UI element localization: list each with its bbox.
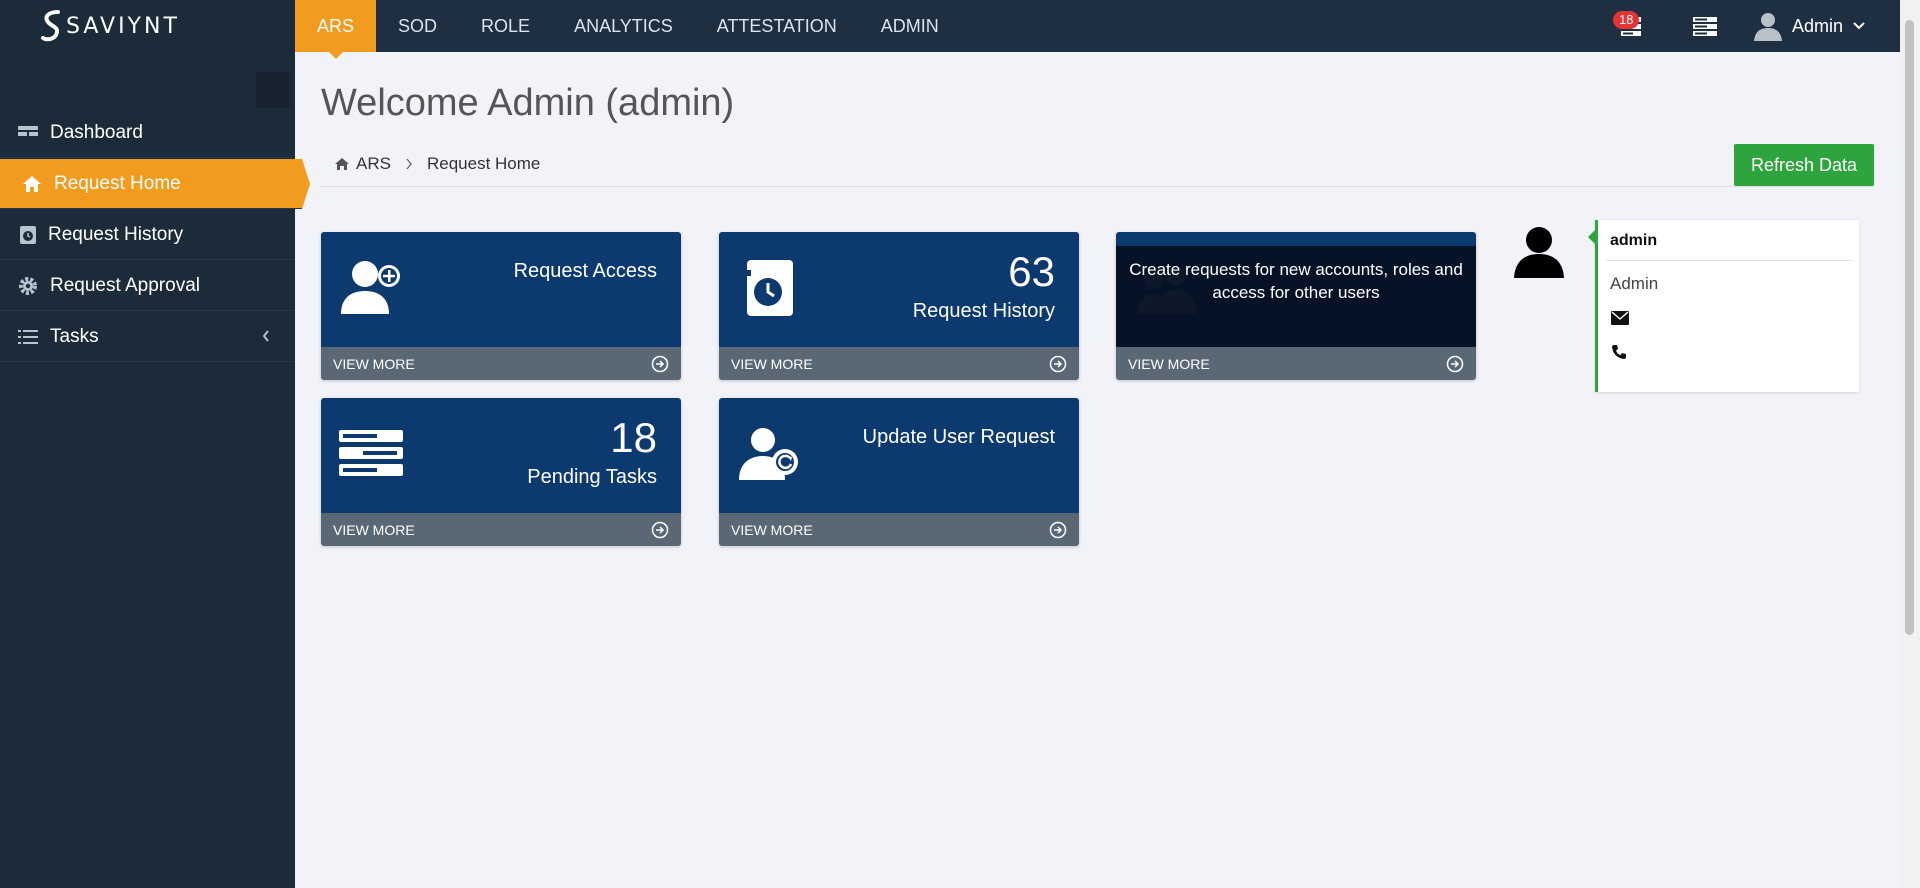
tile-request-for-others[interactable]: Create requests for new accounts, roles … xyxy=(1116,232,1476,380)
view-more-link[interactable]: VIEW MORE xyxy=(731,356,813,372)
tab-sod[interactable]: SOD xyxy=(376,0,459,52)
view-more-link[interactable]: VIEW MORE xyxy=(731,522,813,538)
tile-footer[interactable]: VIEW MORE xyxy=(1116,347,1476,380)
scrollbar-thumb[interactable] xyxy=(1905,20,1914,635)
breadcrumb-item-current: Request Home xyxy=(426,154,541,173)
tile-request-access[interactable]: Request Access VIEW MORE xyxy=(321,232,681,380)
tab-ars[interactable]: ARS xyxy=(295,0,377,59)
add-user-icon xyxy=(341,261,400,314)
tile-body: 18 Pending Tasks xyxy=(321,398,681,513)
profile-avatar-icon xyxy=(1514,227,1564,278)
top-nav-tabs: ARS SOD ROLE ANALYTICS ATTESTATION ADMIN xyxy=(295,0,961,59)
sidebar-item-request-home[interactable]: Request Home xyxy=(0,159,310,209)
profile-card: admin Admin xyxy=(1588,220,1859,392)
tab-attestation[interactable]: ATTESTATION xyxy=(695,0,859,52)
brand-logo[interactable]: SAVIYNT xyxy=(0,0,295,52)
calendar-clock-icon xyxy=(743,260,793,316)
sidebar-item-label: Request History xyxy=(48,223,184,245)
tile-label: Pending Tasks xyxy=(527,466,657,488)
top-navbar: SAVIYNT ARS SOD ROLE ANALYTICS ATTESTATI… xyxy=(0,0,1900,59)
server-list-icon[interactable] xyxy=(1693,17,1717,37)
page-title: Welcome Admin (admin) xyxy=(321,82,735,124)
sidebar-item-request-history[interactable]: Request History xyxy=(0,210,295,260)
profile-divider xyxy=(1606,260,1852,261)
sidebar-item-label: Request Approval xyxy=(50,274,200,296)
home-icon xyxy=(23,175,41,192)
view-more-link[interactable]: VIEW MORE xyxy=(333,522,415,538)
profile-username: admin xyxy=(1610,232,1658,249)
view-more-link[interactable]: VIEW MORE xyxy=(1128,356,1210,372)
sidebar-item-dashboard[interactable]: Dashboard xyxy=(0,108,295,158)
profile-display-name: Admin xyxy=(1610,274,1659,293)
tile-count: 63 xyxy=(1008,248,1055,295)
user-refresh-icon xyxy=(739,428,798,480)
arrow-circle-right-icon[interactable] xyxy=(1049,521,1067,539)
tile-label: Update User Request xyxy=(862,426,1055,448)
sidebar-item-label: Dashboard xyxy=(50,121,143,143)
tile-label: Request History xyxy=(912,300,1055,322)
breadcrumb: ARS Request Home xyxy=(334,154,540,174)
tile-body: 63 Request History xyxy=(719,232,1079,347)
chevron-left-icon[interactable] xyxy=(261,329,271,343)
tile-body: Update User Request xyxy=(719,398,1079,513)
tile-hover-tooltip: Create requests for new accounts, roles … xyxy=(1116,246,1476,347)
sidebar: Dashboard Request Home Request History R… xyxy=(0,52,310,888)
dashboard-icon xyxy=(18,125,38,136)
tab-analytics[interactable]: ANALYTICS xyxy=(552,0,695,52)
sidebar-item-label: Request Home xyxy=(54,172,181,194)
gear-icon xyxy=(19,276,37,295)
tile-footer[interactable]: VIEW MORE xyxy=(719,513,1079,546)
notification-badge: 18 xyxy=(1613,11,1640,29)
server-list-icon xyxy=(339,430,403,476)
tab-admin[interactable]: ADMIN xyxy=(859,0,961,52)
envelope-icon xyxy=(1611,311,1629,325)
arrow-circle-right-icon[interactable] xyxy=(651,355,669,373)
saviynt-logo-icon xyxy=(41,10,60,42)
tile-request-history[interactable]: 63 Request History VIEW MORE xyxy=(719,232,1079,380)
arrow-circle-right-icon[interactable] xyxy=(651,521,669,539)
tile-footer[interactable]: VIEW MORE xyxy=(321,347,681,380)
arrow-circle-right-icon[interactable] xyxy=(1049,355,1067,373)
brand-name: SAVIYNT xyxy=(66,14,180,39)
phone-icon xyxy=(1612,345,1626,359)
page-scrollbar[interactable] xyxy=(1900,0,1920,888)
chevron-down-icon xyxy=(1853,22,1865,30)
sidebar-item-label: Tasks xyxy=(50,325,99,347)
tile-footer[interactable]: VIEW MORE xyxy=(321,513,681,546)
home-icon[interactable] xyxy=(334,157,350,171)
tab-role[interactable]: ROLE xyxy=(459,0,552,52)
chevron-right-icon xyxy=(406,158,412,170)
history-icon xyxy=(20,225,36,244)
tile-body: Request Access xyxy=(321,232,681,347)
tile-count: 18 xyxy=(610,414,657,461)
tile-pending-tasks[interactable]: 18 Pending Tasks VIEW MORE xyxy=(321,398,681,546)
user-avatar-icon xyxy=(1754,13,1782,41)
refresh-data-button[interactable]: Refresh Data xyxy=(1734,144,1874,186)
sidebar-toggle-button[interactable] xyxy=(256,72,290,108)
user-menu-label: Admin xyxy=(1792,15,1844,36)
sidebar-item-tasks[interactable]: Tasks xyxy=(0,312,295,362)
arrow-circle-right-icon[interactable] xyxy=(1446,355,1464,373)
view-more-link[interactable]: VIEW MORE xyxy=(333,356,415,372)
breadcrumb-divider xyxy=(321,186,1874,187)
tile-update-user-request[interactable]: Update User Request VIEW MORE xyxy=(719,398,1079,546)
tile-footer[interactable]: VIEW MORE xyxy=(719,347,1079,380)
breadcrumb-item-ars[interactable]: ARS xyxy=(356,154,391,174)
sidebar-item-request-approval[interactable]: Request Approval xyxy=(0,261,295,311)
tile-label: Request Access xyxy=(513,260,657,282)
user-menu[interactable]: Admin xyxy=(1752,10,1865,42)
list-icon xyxy=(18,329,38,344)
